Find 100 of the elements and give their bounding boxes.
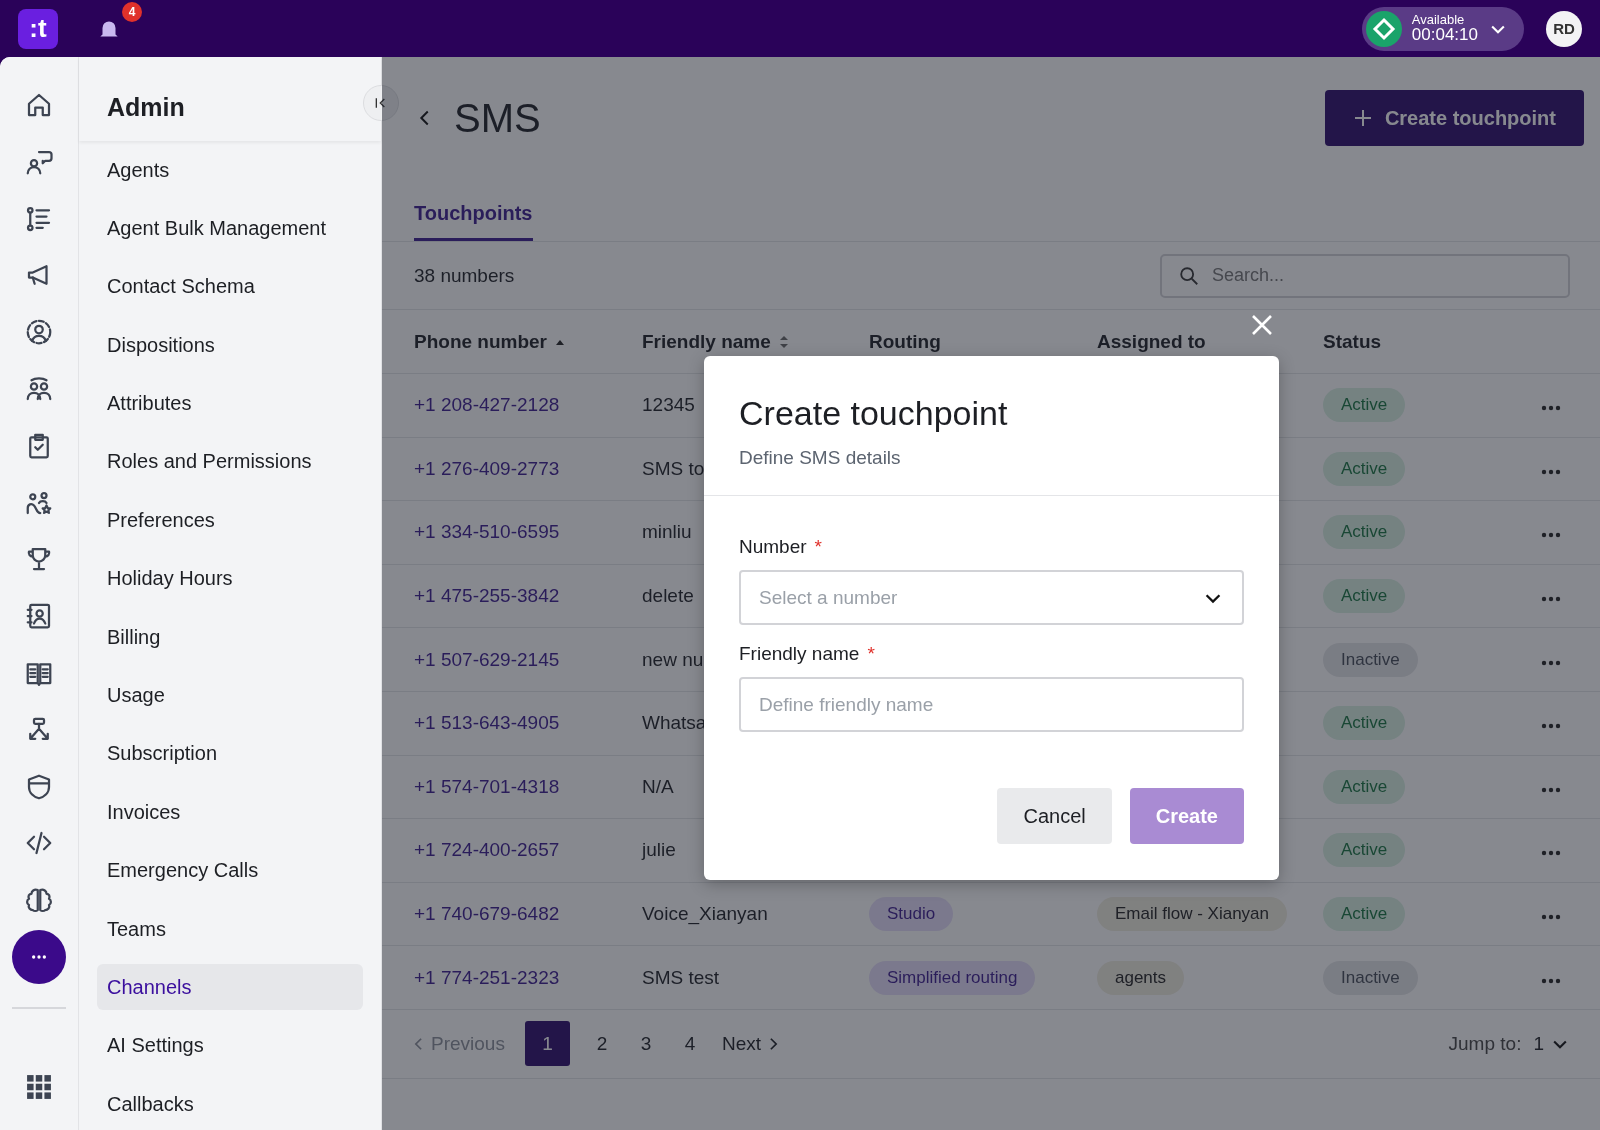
plus-icon [1352,108,1373,128]
sidebar-item[interactable]: Usage [97,672,363,719]
sort-ascending-icon[interactable] [555,338,565,345]
status-tag: Inactive [1323,642,1418,677]
sidebar-item[interactable]: Teams [97,906,363,953]
phone-number-link[interactable]: +1 774-251-2323 [414,966,560,988]
required-mark: * [867,643,875,665]
sidebar-item[interactable]: Emergency Calls [97,847,363,894]
column-header[interactable]: Phone number [414,330,547,353]
more-actions-icon[interactable] [1541,405,1561,412]
status-tag: Active [1323,388,1406,423]
chevron-right-icon [769,1036,778,1051]
sidebar-item[interactable]: Dispositions [97,322,363,369]
phone-number-link[interactable]: +1 574-701-4318 [414,775,560,797]
table-cell: N/A [642,775,674,797]
more-actions-icon[interactable] [1541,659,1561,666]
more-actions-icon[interactable] [1541,596,1561,603]
more-actions-icon[interactable] [1541,786,1561,793]
page-title: SMS [454,95,541,141]
search-icon [1178,264,1200,287]
column-header[interactable]: Friendly name [642,330,771,353]
sidebar-item[interactable]: Holiday Hours [97,555,363,602]
tab[interactable]: Touchpoints [414,189,533,241]
more-actions-icon[interactable] [1541,977,1561,984]
phone-number-link[interactable]: +1 513-643-4905 [414,712,560,734]
table-cell: julie [642,839,676,861]
sidebar-item[interactable]: AI Settings [97,1022,363,1069]
table-cell: delete [642,585,694,607]
close-icon[interactable] [1250,313,1274,337]
sort-icon[interactable] [778,334,789,349]
more-actions-icon[interactable] [1541,532,1561,539]
friendly-name-input[interactable]: Define friendly name [739,677,1244,732]
column-header[interactable]: Routing [869,330,941,353]
table-cell: Whatsa [642,712,707,734]
table-cell: SMS to [642,457,705,479]
table-cell: minliu [642,521,692,543]
field-label: Friendly name [739,643,860,665]
app-logo[interactable]: :t [18,8,58,49]
phone-number-link[interactable]: +1 276-409-2773 [414,457,560,479]
collapse-button[interactable] [363,85,399,121]
sidebar-item[interactable]: Agents [97,147,363,193]
required-mark: * [814,536,822,558]
more-button[interactable] [12,929,66,984]
search-field[interactable]: Search... [1160,253,1570,298]
sidebar-item[interactable]: Subscription [97,730,363,777]
dialog-button[interactable]: Cancel [997,788,1112,844]
routing-tag: Studio [869,897,954,932]
status-tag: Active [1323,515,1406,550]
table-cell: new nu [642,648,704,670]
status-tag: Active [1323,833,1406,868]
status-tag: Active [1323,451,1406,486]
app-grid-icon[interactable] [26,1073,52,1100]
phone-number-link[interactable]: +1 507-629-2145 [414,648,560,670]
column-header[interactable]: Status [1323,330,1382,353]
jump-to-label: Jump to: [1448,1032,1522,1055]
sidebar-item[interactable]: Preferences [97,497,363,544]
status-selector[interactable]: Available 00:04:10 [1361,6,1524,51]
column-header[interactable]: Assigned to [1097,330,1206,353]
page-button[interactable]: 2 [589,1021,614,1067]
phone-number-link[interactable]: +1 334-510-6595 [414,521,560,543]
sidebar-title: Admin [107,92,185,122]
dialog-subtitle: Define SMS details [739,447,902,469]
dialog-title: Create touchpoint [739,394,1009,433]
phone-number-link[interactable]: +1 724-400-2657 [414,839,560,861]
page-button[interactable]: 3 [633,1021,658,1067]
sidebar-item[interactable]: Attributes [97,380,363,427]
sidebar-item[interactable]: Invoices [97,789,363,836]
sidebar-item[interactable]: Callbacks [97,1081,363,1128]
status-label: Available [1411,12,1466,27]
phone-number-link[interactable]: +1 208-427-2128 [414,394,560,416]
phone-number-link[interactable]: +1 475-255-3842 [414,585,560,607]
jump-to-select[interactable]: 1 [1533,1032,1570,1055]
chevron-left-icon [414,1036,423,1051]
more-actions-icon[interactable] [1541,850,1561,857]
more-icon [31,953,47,960]
page-button[interactable]: 4 [677,1021,702,1067]
sidebar-item[interactable]: Roles and Permissions [97,438,363,485]
status-tag: Active [1323,897,1406,932]
phone-number-link[interactable]: +1 740-679-6482 [414,903,560,925]
status-tag: Active [1323,706,1406,741]
number-select[interactable]: Select a number [739,570,1244,625]
table-cell: SMS test [642,966,720,988]
create-touchpoint-button[interactable]: Create touchpoint [1324,90,1584,146]
sidebar-item[interactable]: Billing [97,614,363,661]
more-actions-icon[interactable] [1541,914,1561,921]
sidebar-item[interactable]: Contact Schema [97,263,363,310]
assigned-tag: Email flow - Xianyan [1097,897,1287,932]
next-button[interactable]: Next [721,1032,778,1055]
field-label: Number [739,536,807,558]
status-timer: 00:04:10 [1411,26,1478,45]
assigned-tag: agents [1097,960,1185,995]
more-actions-icon[interactable] [1541,468,1561,475]
sidebar-item[interactable]: Channels [97,964,363,1011]
sidebar-item[interactable]: Agent Bulk Management [97,205,363,252]
status-tag: Active [1323,579,1406,614]
page-button[interactable]: 1 [524,1021,570,1067]
more-actions-icon[interactable] [1541,723,1561,730]
status-tag: Inactive [1323,960,1418,995]
routing-tag: Simplified routing [869,960,1036,995]
user-avatar[interactable]: RD [1546,10,1582,47]
